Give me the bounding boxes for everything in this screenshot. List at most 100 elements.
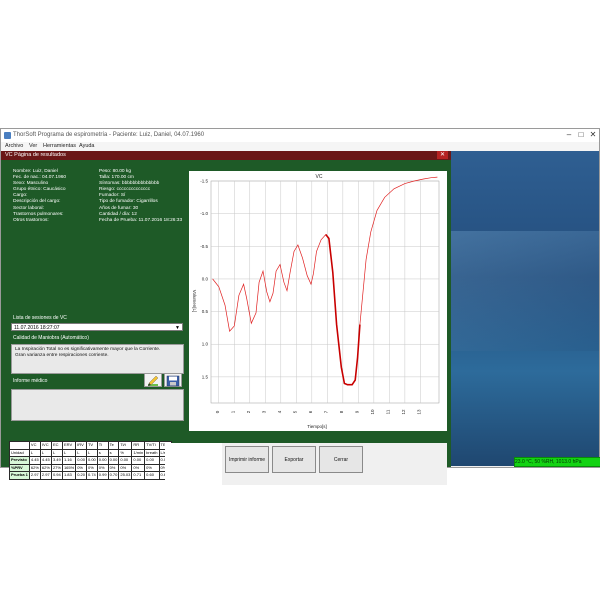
quality-line: Gran varianza entre respiraciones corrie… [15, 353, 109, 358]
title-bar: ThorSoft Programa de espirometría - Paci… [1, 129, 599, 143]
chart-x-axis-label: Tiempo[s] [307, 424, 327, 429]
patient-info-right: Peso: 80.00 kg Talla: 170.00 cm Síntomas… [99, 169, 182, 224]
table-cell: 0.94 [50, 471, 63, 480]
table-header-cell: L [61, 448, 77, 457]
results-title-bar: VC Página de resultados ✕ [1, 151, 451, 160]
table-row-label: %PRV [9, 463, 30, 472]
save-report-button[interactable] [164, 373, 182, 387]
table-row-label: Previsto [9, 456, 30, 465]
table-cell: 0% [118, 463, 133, 472]
patient-field: Otros trastornos: [13, 217, 49, 223]
session-select-value: 11.07.2016 18:27:07 [14, 325, 60, 331]
table-row: Prueba 1 2.97 2.97 0.94 1.83 0.20 0.74 0.99 0.70… [9, 471, 172, 480]
results-title: VC Página de resultados [5, 152, 66, 158]
quality-text-box[interactable]: La Inspiración Total no es significativa… [11, 344, 184, 374]
menu-ver[interactable]: Ver [29, 143, 37, 149]
menu-ayuda[interactable]: Ayuda [79, 143, 95, 149]
maximize-button[interactable]: □ [575, 130, 587, 140]
edit-report-button[interactable] [144, 373, 162, 387]
table-cell: 0.00 [118, 456, 133, 465]
y-tick-label: 0.0 [202, 276, 209, 281]
action-bar: Imprimir informe Exportar Cerrar [222, 443, 447, 485]
background-area [451, 151, 599, 466]
table-header-cell: IVC [39, 441, 52, 450]
y-tick-label: -0.5 [200, 244, 208, 249]
table-header-cell: TV [85, 441, 98, 450]
x-tick-label: 11 [385, 409, 390, 414]
minimize-button[interactable]: – [563, 130, 575, 140]
print-report-button[interactable]: Imprimir informe [225, 446, 269, 473]
table-header-cell: Te [107, 441, 120, 450]
table-header-cell: 1/min [131, 448, 146, 457]
table-cell: 3.49 [50, 456, 63, 465]
table-cell: 0% [144, 463, 160, 472]
session-select[interactable]: 11.07.2016 18:27:07 ▼ [11, 323, 183, 331]
table-cell: 0.20 [75, 471, 87, 480]
sessions-label: Lista de sesiones de VC [13, 315, 67, 321]
y-tick-label: 1.0 [202, 342, 209, 347]
table-cell: 1.16 [61, 456, 77, 465]
table-cell: 2.97 [28, 471, 41, 480]
pencil-icon [148, 375, 159, 386]
x-tick-label: 8 [339, 410, 344, 413]
chevron-down-icon[interactable]: ▼ [175, 324, 180, 332]
table-cell: 0% [75, 463, 87, 472]
export-button[interactable]: Exportar [272, 446, 316, 473]
x-tick-label: 0 [215, 410, 220, 413]
table-cell: 25.03 [118, 471, 133, 480]
menu-archivo[interactable]: Archivo [5, 143, 23, 149]
patient-field: Descripción del cargo: [13, 199, 61, 205]
table-cell: 0.60 [144, 471, 160, 480]
table-header-cell: s [96, 448, 109, 457]
table-cell: 0.00 [96, 456, 109, 465]
table-blank-area [165, 443, 222, 485]
y-tick-label: -1.5 [200, 179, 208, 184]
table-cell: 0.00 [85, 456, 98, 465]
table-cell: 0% [131, 463, 146, 472]
table-header-cell: ERV [61, 441, 77, 450]
medical-report-textarea[interactable] [11, 389, 184, 421]
table-header-cell: L [39, 448, 52, 457]
table-cell: 0% [107, 463, 120, 472]
vc-series-line [212, 176, 438, 386]
table-cell: 0.00 [144, 456, 160, 465]
environment-status: 23.0 °C, 50 %RH, 1013.0 hPa [514, 457, 600, 467]
chart-y-axis-label: Volumen[L] [192, 290, 197, 313]
table-cell: 0.74 [85, 471, 98, 480]
table-units-row: Unidad L L L L L Ls s% 1/min breath L/s [9, 448, 172, 457]
results-close-button[interactable]: ✕ [437, 151, 448, 159]
table-header-cell: L [75, 448, 87, 457]
table-header-cell: RR [131, 441, 146, 450]
close-window-button[interactable]: ✕ [587, 130, 599, 140]
table-cell: 0.00 [107, 456, 120, 465]
menu-bar: Archivo Ver Herramientas Ayuda [1, 142, 599, 151]
x-tick-label: 2 [246, 410, 251, 413]
x-tick-label: 5 [292, 410, 297, 413]
table-header-row: VCIVCECERVIRVTVTiTeTi/tRRTV/TiTE/Ti [9, 441, 172, 450]
patient-info-left: Nombre: Luiz, Daniel Fec. de nac.: 04.07… [13, 169, 66, 224]
menu-herramientas[interactable]: Herramientas [43, 143, 76, 149]
table-header-cell: s [107, 448, 120, 457]
table-header-cell: % [118, 448, 133, 457]
patient-field: Trastornos pulmonares: [13, 211, 64, 217]
results-window: VC Página de resultados ✕ Nombre: Luiz, … [1, 151, 451, 485]
medical-report-label: Informe médico [13, 378, 48, 384]
window-title: ThorSoft Programa de espirometría - Paci… [13, 132, 205, 138]
app-window: ThorSoft Programa de espirometría - Paci… [0, 128, 600, 485]
close-results-button[interactable]: Cerrar [319, 446, 363, 473]
x-tick-label: 9 [354, 410, 359, 413]
vc-chart-svg: 0 1 2 3 4 5 6 7 8 9 10 11 12 13-1.5-1.0-0.50.00.51.01… [192, 174, 440, 429]
table-row-label: Prueba 1 [9, 471, 30, 480]
table-cell: 4.45 [39, 456, 52, 465]
y-tick-label: 0.5 [202, 309, 209, 314]
vc-chart: 0 1 2 3 4 5 6 7 8 9 10 11 12 13 -1.5 -1.0 -0.5 0.0 0.5 1.0 1… [189, 171, 447, 431]
table-header-cell: Ti [96, 441, 109, 450]
table-header-cell: Unidad [9, 448, 30, 457]
table-cell: 62% [28, 463, 41, 472]
patient-field: Fecha de Prueba: 11.07.2016 18:26:33 [99, 217, 183, 223]
x-tick-label: 4 [277, 410, 282, 413]
table-cell: 0.70 [107, 471, 120, 480]
x-tick-label: 7 [323, 410, 328, 413]
table-cell: 2.97 [39, 471, 52, 480]
table-header-cell: VC [28, 441, 41, 450]
